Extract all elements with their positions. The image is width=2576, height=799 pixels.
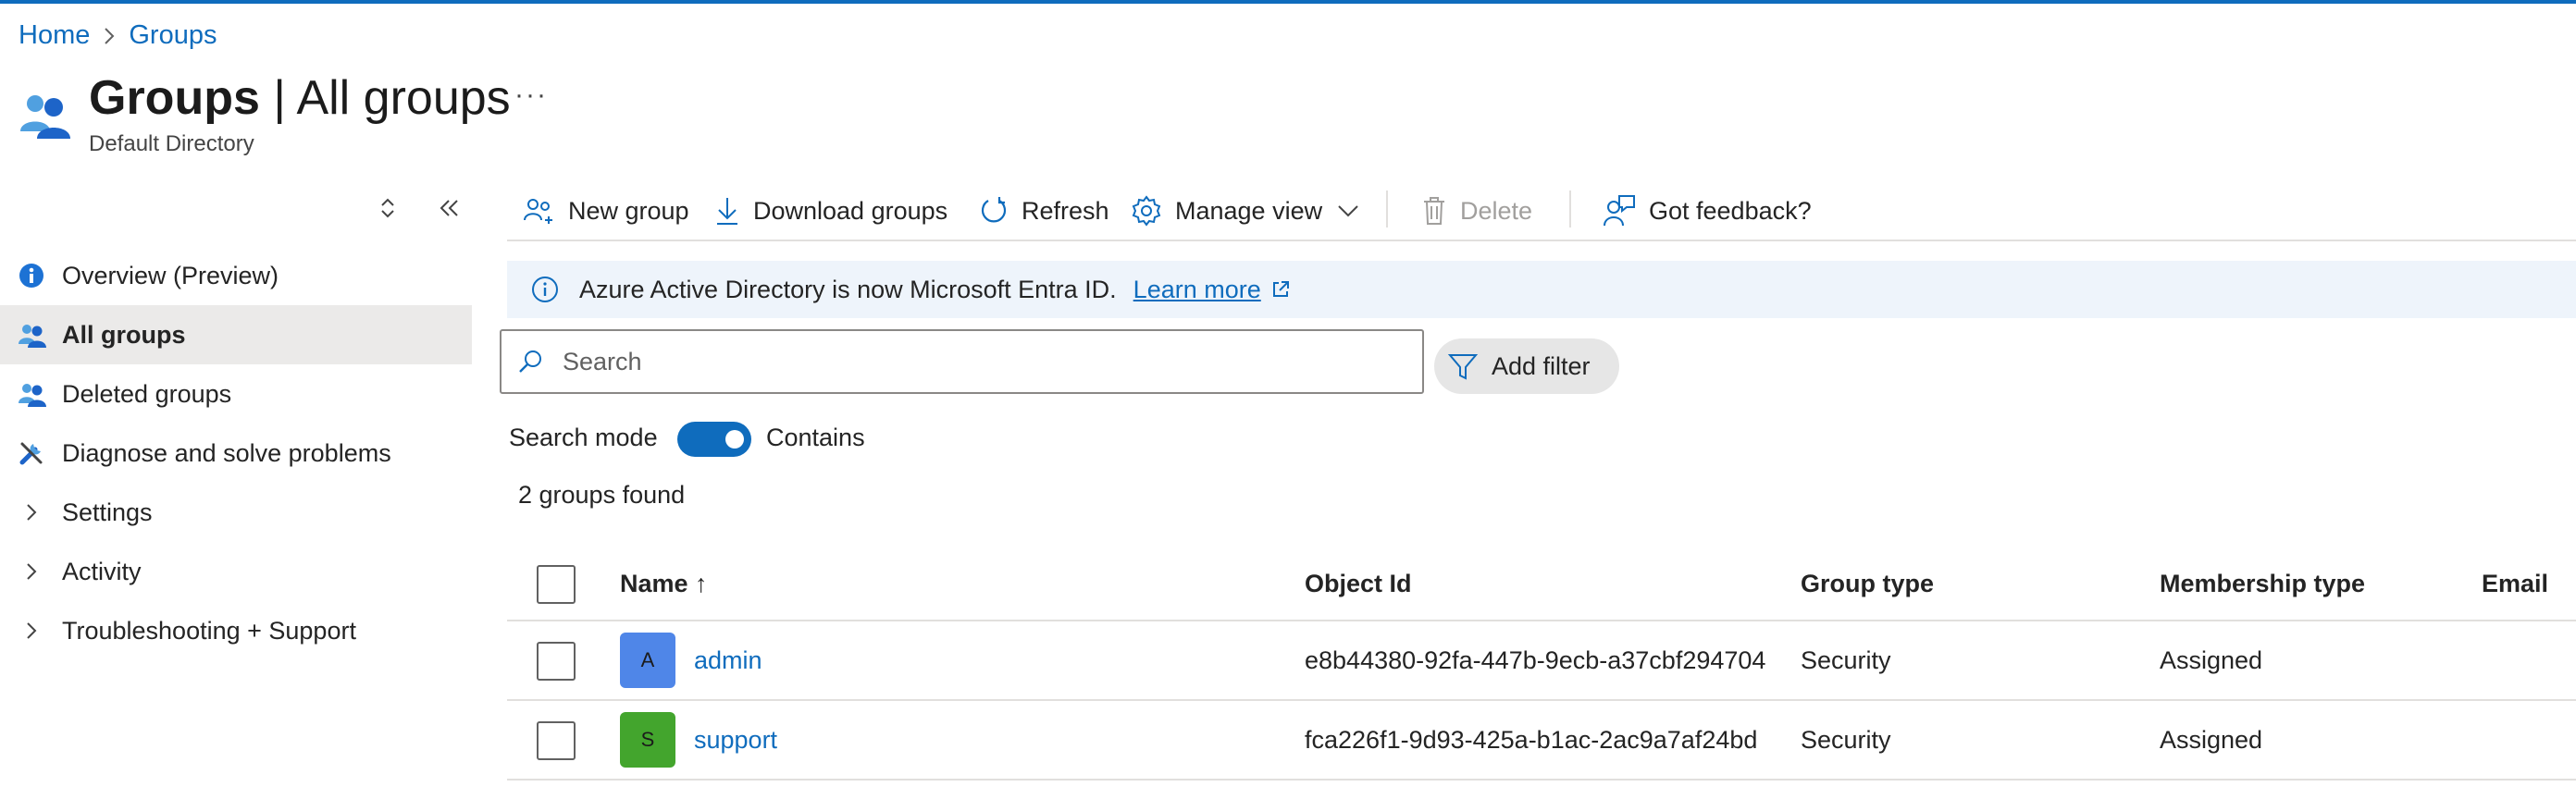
chevron-down-icon: [1338, 205, 1358, 217]
column-header-membership-type[interactable]: Membership type: [2160, 547, 2365, 620]
sidebar-item-label: Activity: [62, 557, 142, 585]
sidebar-item-label: Diagnose and solve problems: [62, 438, 391, 467]
select-all-checkbox[interactable]: [537, 565, 576, 604]
sidebar-item-activity[interactable]: Activity: [0, 542, 472, 601]
info-icon: [532, 277, 558, 302]
chevron-right-icon: [27, 563, 37, 580]
search-mode-toggle[interactable]: [677, 422, 751, 457]
search-mode-label: Search mode: [509, 424, 658, 451]
sidebar-item-all-groups[interactable]: All groups: [0, 305, 472, 364]
table-row[interactable]: S support fca226f1-9d93-425a-b1ac-2ac9a7…: [507, 701, 2576, 781]
trash-icon: [1424, 197, 1444, 225]
sidebar-item-diagnose[interactable]: Diagnose and solve problems: [0, 424, 472, 483]
banner-text: Azure Active Directory is now Microsoft …: [579, 275, 1117, 303]
sidebar-item-troubleshooting[interactable]: Troubleshooting + Support: [0, 601, 472, 660]
new-group-label: New group: [568, 196, 689, 225]
delete-label: Delete: [1460, 196, 1533, 225]
toggle-knob: [725, 430, 744, 449]
group-name-link[interactable]: admin: [694, 646, 762, 675]
toolbar-divider: [1569, 191, 1571, 227]
group-name-link[interactable]: support: [694, 726, 777, 755]
avatar: A: [620, 633, 675, 688]
refresh-icon: [981, 197, 1007, 223]
column-header-email[interactable]: Email: [2482, 547, 2548, 620]
download-groups-button[interactable]: Download groups: [714, 192, 947, 229]
toolbar-underline: [507, 240, 2576, 241]
refresh-label: Refresh: [1022, 196, 1109, 225]
learn-more-link[interactable]: Learn more: [1133, 276, 1261, 304]
info-banner: Azure Active Directory is now Microsoft …: [507, 261, 2576, 318]
info-icon: [19, 264, 43, 288]
row-checkbox[interactable]: [537, 642, 576, 681]
page-title: Groups | All groups: [89, 71, 511, 125]
sidebar-item-label: Troubleshooting + Support: [62, 616, 356, 645]
add-filter-label: Add filter: [1492, 351, 1591, 380]
search-icon: [519, 350, 541, 373]
search-mode-value: Contains: [766, 424, 865, 451]
sidebar-nav: Overview (Preview) All groups Deleted gr…: [0, 246, 472, 660]
results-count: 2 groups found: [518, 481, 686, 509]
breadcrumb-groups-link[interactable]: Groups: [129, 20, 217, 51]
chevron-right-icon: [27, 504, 37, 521]
collapse-sidebar-icon[interactable]: [435, 194, 463, 222]
group-name-cell: A admin: [620, 621, 762, 699]
manage-view-button[interactable]: Manage view: [1131, 192, 1361, 229]
sidebar-item-label: Overview (Preview): [62, 261, 279, 289]
feedback-label: Got feedback?: [1649, 196, 1812, 225]
refresh-button[interactable]: Refresh: [979, 192, 1109, 229]
groups-icon: [19, 325, 46, 348]
new-group-button[interactable]: New group: [522, 192, 689, 229]
column-header-group-type[interactable]: Group type: [1801, 547, 1934, 620]
command-bar: New group Download groups Refresh Manage…: [507, 181, 2576, 237]
wrench-icon: [19, 442, 43, 465]
sidebar-item-deleted-groups[interactable]: Deleted groups: [0, 364, 472, 424]
sidebar-item-label: All groups: [62, 320, 186, 349]
group-name-cell: S support: [620, 701, 777, 779]
membership-type-cell: Assigned: [2160, 725, 2263, 754]
filter-icon: [1447, 354, 1479, 380]
avatar: S: [620, 712, 675, 768]
group-type-cell: Security: [1801, 725, 1891, 754]
feedback-button[interactable]: Got feedback?: [1603, 192, 1812, 229]
add-group-icon: [524, 199, 552, 224]
sidebar-item-overview[interactable]: Overview (Preview): [0, 246, 472, 305]
breadcrumb-home-link[interactable]: Home: [19, 20, 90, 51]
breadcrumb: Home Groups: [19, 20, 217, 51]
search-box[interactable]: [500, 329, 1424, 394]
download-groups-label: Download groups: [753, 196, 948, 225]
row-checkbox[interactable]: [537, 721, 576, 760]
expand-collapse-icon[interactable]: [374, 194, 402, 222]
column-header-name[interactable]: Name ↑: [620, 547, 708, 620]
sidebar-item-label: Settings: [62, 498, 153, 526]
chevron-right-icon: [105, 27, 115, 44]
object-id-cell: e8b44380-92fa-447b-9ecb-a37cbf294704: [1305, 645, 1766, 674]
chevron-right-icon: [27, 622, 37, 639]
add-filter-button[interactable]: Add filter: [1434, 338, 1619, 394]
more-actions-button[interactable]: ···: [514, 80, 548, 111]
delete-button[interactable]: Delete: [1421, 192, 1532, 229]
group-type-cell: Security: [1801, 645, 1891, 674]
top-accent-bar: [0, 0, 2576, 4]
groups-icon: [19, 384, 46, 407]
page-subtitle: Default Directory: [89, 131, 254, 156]
table-header-row: Name ↑ Object Id Group type Membership t…: [507, 547, 2576, 621]
table-row[interactable]: A admin e8b44380-92fa-447b-9ecb-a37cbf29…: [507, 621, 2576, 701]
column-header-object-id[interactable]: Object Id: [1305, 547, 1412, 620]
sidebar-item-label: Deleted groups: [62, 379, 232, 408]
download-icon: [717, 198, 737, 225]
groups-table: Name ↑ Object Id Group type Membership t…: [507, 547, 2576, 781]
object-id-cell: fca226f1-9d93-425a-b1ac-2ac9a7af24bd: [1305, 725, 1758, 754]
feedback-icon: [1604, 195, 1635, 227]
groups-header-icon: [20, 95, 70, 139]
search-input[interactable]: [563, 347, 1358, 376]
external-link-icon[interactable]: [1270, 279, 1291, 300]
gear-icon: [1132, 195, 1161, 227]
sidebar-item-settings[interactable]: Settings: [0, 483, 472, 542]
toolbar-divider: [1386, 191, 1388, 227]
membership-type-cell: Assigned: [2160, 645, 2263, 674]
manage-view-label: Manage view: [1175, 196, 1323, 225]
